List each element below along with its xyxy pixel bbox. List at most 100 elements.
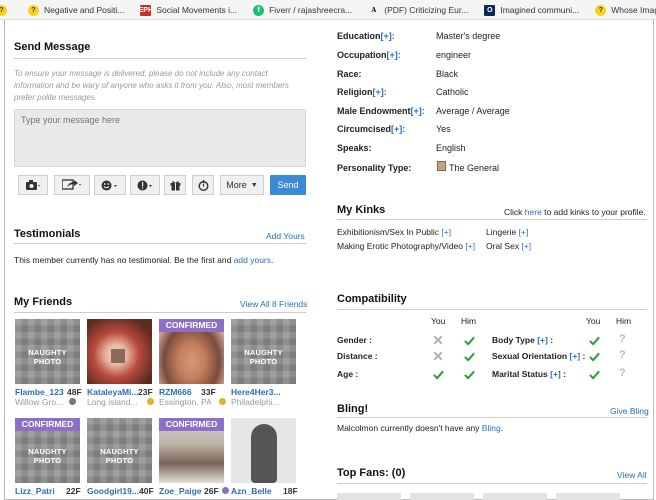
you-column-header: You xyxy=(431,316,446,326)
profile-label: Education[+]: xyxy=(337,31,395,41)
profile-label: Personality Type: xyxy=(337,163,411,173)
friend-photo[interactable] xyxy=(231,418,296,483)
cross-icon xyxy=(433,351,444,362)
kink-label: Oral Sex xyxy=(486,241,520,251)
edit-plus-link[interactable]: [+] xyxy=(550,369,561,379)
friend-name[interactable]: Here4Her3... xyxy=(231,387,281,397)
edit-plus-link[interactable]: [+]: xyxy=(411,106,425,116)
friend-location: Philadelphi... xyxy=(231,397,280,407)
smiley-icon xyxy=(101,180,117,190)
him-column-header: Him xyxy=(616,316,632,326)
divider xyxy=(337,309,647,310)
bookmark-item[interactable]: A (PDF) Criticizing Eur... xyxy=(368,0,469,19)
friend-photo[interactable]: NAUGHTY PHOTO CONFIRMED xyxy=(15,418,80,483)
kink-label: Lingerie xyxy=(486,227,517,237)
bling-link[interactable]: Bling xyxy=(482,423,501,433)
label-text: Male Endowment xyxy=(337,106,411,116)
friend-name[interactable]: RZM666 xyxy=(159,387,192,397)
kink-plus-link[interactable]: [+] xyxy=(519,227,529,237)
compat-label: Marital Status [+] : xyxy=(492,369,566,379)
friend-age: 23F xyxy=(138,387,153,397)
compat-label: Age : xyxy=(337,369,359,379)
verified-badge-icon xyxy=(147,398,154,405)
caret-down-icon: ▼ xyxy=(250,181,258,189)
bookmarks-bar: ?? Negative and Positi... EPHSocial Moveme… xyxy=(0,0,656,20)
bling-heading: Bling! xyxy=(337,403,369,415)
friend-photo[interactable]: NAUGHTY PHOTO xyxy=(231,319,296,384)
kink-plus-link[interactable]: [+] xyxy=(465,241,475,251)
label-text: Sexual Orientation xyxy=(492,351,568,361)
add-yours-inline-link[interactable]: add yours xyxy=(234,255,271,265)
edit-plus-link[interactable]: [+]: xyxy=(387,50,401,60)
you-column-header: You xyxy=(586,316,601,326)
fiverr-logo-icon: f xyxy=(253,4,265,16)
fan-placeholder xyxy=(556,493,620,500)
bookmark-item[interactable]: O Imagined communi... xyxy=(484,0,579,19)
exclamation-icon xyxy=(137,180,152,190)
friend-photo[interactable]: CONFIRMED xyxy=(159,319,224,384)
kink-plus-link[interactable]: [+] xyxy=(441,227,451,237)
friend-name[interactable]: Lizz_Patri xyxy=(15,486,55,496)
give-bling-link[interactable]: Give Bling xyxy=(610,406,649,416)
more-button[interactable]: More ▼ xyxy=(220,175,264,195)
photo-button[interactable] xyxy=(18,175,48,195)
label-text: Occupation xyxy=(337,50,387,60)
click-text: Click xyxy=(504,207,525,217)
friend-name[interactable]: Goodgirl19... xyxy=(87,486,139,496)
timer-button[interactable] xyxy=(192,175,214,195)
friend-photo[interactable]: NAUGHTY PHOTO xyxy=(87,418,152,483)
profile-value: Yes xyxy=(436,124,451,134)
check-icon xyxy=(589,335,600,346)
share-button[interactable] xyxy=(54,175,90,195)
gift-button[interactable] xyxy=(164,175,186,195)
edit-plus-link[interactable]: [+]: xyxy=(381,31,395,41)
add-yours-link[interactable]: Add Yours xyxy=(266,231,305,241)
bookmark-item[interactable]: f Fiverr / rajashreecra... xyxy=(253,0,352,19)
kink-plus-link[interactable]: [+] xyxy=(521,241,531,251)
edit-plus-link[interactable]: [+]: xyxy=(391,124,405,134)
label-text: Speaks: xyxy=(337,143,372,153)
friend-name[interactable]: Flambe_123 xyxy=(15,387,64,397)
edit-plus-link[interactable]: [+]: xyxy=(373,87,387,97)
edit-plus-link[interactable]: [+] xyxy=(569,351,580,361)
edit-plus-link[interactable]: [+] xyxy=(537,335,548,345)
friend-photo[interactable]: NAUGHTY PHOTO xyxy=(15,319,80,384)
profile-value[interactable]: The General xyxy=(449,163,499,173)
friend-photo[interactable]: CONFIRMED xyxy=(159,418,224,483)
share-icon xyxy=(62,179,81,190)
profile-value: engineer xyxy=(436,50,472,60)
profile-label: Male Endowment[+]: xyxy=(337,106,425,116)
bookmark-label: (PDF) Criticizing Eur... xyxy=(384,5,469,15)
friend-name[interactable]: Azn_Belle xyxy=(231,486,272,496)
bookmark-item[interactable]: ? Whose Imagined C... xyxy=(595,0,656,19)
confirmed-badge: CONFIRMED xyxy=(159,319,224,332)
him-column-header: Him xyxy=(461,316,477,326)
label-text: Circumcised xyxy=(337,124,392,134)
silhouette xyxy=(251,424,277,483)
view-all-fans-link[interactable]: View All xyxy=(617,470,647,480)
period: . xyxy=(271,255,274,265)
divider xyxy=(14,58,306,59)
alert-button[interactable] xyxy=(130,175,160,195)
message-textarea[interactable] xyxy=(14,109,306,167)
view-all-friends-link[interactable]: View All 8 Friends xyxy=(240,299,307,309)
send-button[interactable]: Send xyxy=(270,175,306,195)
friend-name[interactable]: KataleyaMi... xyxy=(87,387,139,397)
profile-value: Catholic xyxy=(436,87,469,97)
bookmark-item[interactable]: EPH Social Movements i... xyxy=(139,0,237,19)
naughty-photo-label: NAUGHTY PHOTO xyxy=(28,348,67,366)
help-icon: ? xyxy=(595,4,607,16)
profile-label: Circumcised[+]: xyxy=(337,124,405,134)
add-kinks-link[interactable]: here xyxy=(525,207,542,217)
label-text: Religion xyxy=(337,87,373,97)
bling-text: Malcolmon currently doesn't have any xyxy=(337,423,482,433)
check-icon xyxy=(433,369,444,380)
emoji-button[interactable] xyxy=(94,175,126,195)
help-icon: ? xyxy=(28,4,39,16)
fan-placeholder xyxy=(410,493,474,500)
friend-photo[interactable] xyxy=(87,319,152,384)
bookmark-item[interactable]: ? Negative and Positi... xyxy=(28,0,124,19)
label-text: Marital Status xyxy=(492,369,548,379)
bookmark-item[interactable]: ? xyxy=(0,0,12,19)
friend-name[interactable]: Zoe_Paige xyxy=(159,486,202,496)
